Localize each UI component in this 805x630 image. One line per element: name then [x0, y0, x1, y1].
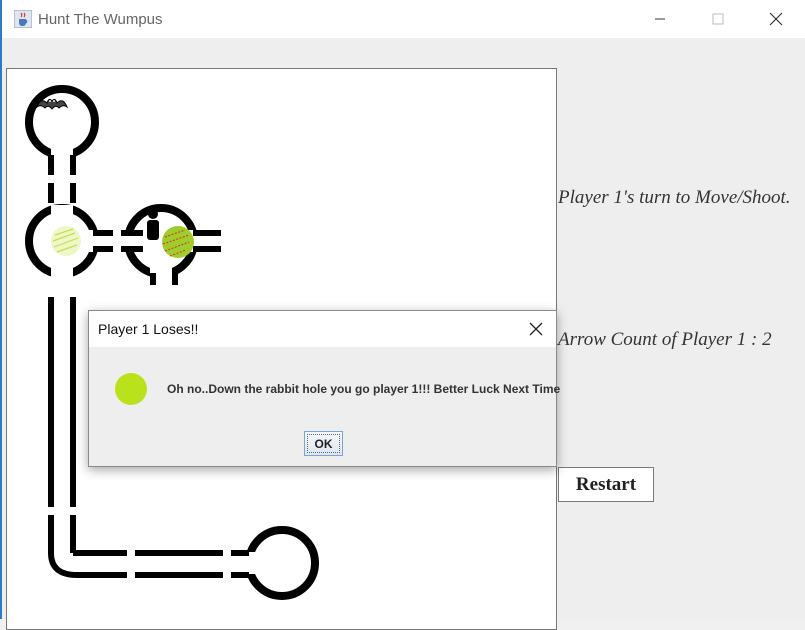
tunnel: [121, 230, 143, 236]
tunnel: [70, 155, 76, 175]
cave-room: [25, 85, 99, 159]
cave-room: [245, 526, 319, 600]
tunnel: [150, 273, 156, 285]
window-titlebar[interactable]: Hunt The Wumpus: [2, 0, 805, 38]
close-icon: [769, 12, 783, 26]
tunnel: [48, 183, 54, 203]
dialog-titlebar[interactable]: Player 1 Loses!!: [89, 311, 556, 347]
lose-dialog: Player 1 Loses!! Oh no..Down the rabbit …: [88, 310, 561, 467]
tunnel: [93, 230, 113, 236]
tunnel: [135, 572, 223, 578]
dialog-title: Player 1 Loses!!: [98, 321, 199, 337]
tunnel: [48, 515, 54, 553]
tunnel: [121, 246, 143, 252]
maximize-button[interactable]: [689, 0, 747, 38]
player-icon: [147, 209, 159, 240]
tunnel: [48, 297, 54, 507]
tunnel: [193, 246, 221, 252]
tunnel: [193, 230, 221, 236]
app-window: Hunt The Wumpus Player 1's turn to Move/…: [0, 0, 805, 630]
tunnel: [231, 572, 249, 578]
maximize-icon: [712, 13, 724, 25]
tunnel: [99, 550, 127, 556]
arrow-count-text: Arrow Count of Player 1 : 2: [558, 329, 772, 350]
java-cup-icon: [14, 10, 32, 28]
tunnel: [172, 273, 178, 285]
window-controls: [631, 0, 805, 38]
dialog-close-button[interactable]: [526, 319, 546, 339]
tunnel: [135, 550, 223, 556]
tunnel: [70, 183, 76, 203]
turn-status-text: Player 1's turn to Move/Shoot.: [558, 187, 791, 208]
dialog-message: Oh no..Down the rabbit hole you go playe…: [167, 382, 561, 396]
window-title: Hunt The Wumpus: [38, 10, 163, 28]
bat-icon: [35, 98, 69, 110]
restart-button[interactable]: Restart: [558, 467, 654, 502]
tunnel: [99, 572, 127, 578]
tunnel: [231, 550, 249, 556]
minimize-button[interactable]: [631, 0, 689, 38]
tunnel: [70, 515, 76, 553]
tunnel: [93, 246, 113, 252]
tunnel: [48, 552, 99, 578]
pit-icon: [51, 226, 81, 256]
minimize-icon: [655, 18, 665, 20]
ok-button[interactable]: OK: [304, 431, 343, 456]
tunnel: [48, 155, 54, 175]
tunnel: [70, 297, 76, 507]
pit-icon: [162, 226, 194, 258]
close-icon: [529, 322, 543, 336]
close-button[interactable]: [747, 0, 805, 38]
pit-icon: [115, 373, 147, 405]
